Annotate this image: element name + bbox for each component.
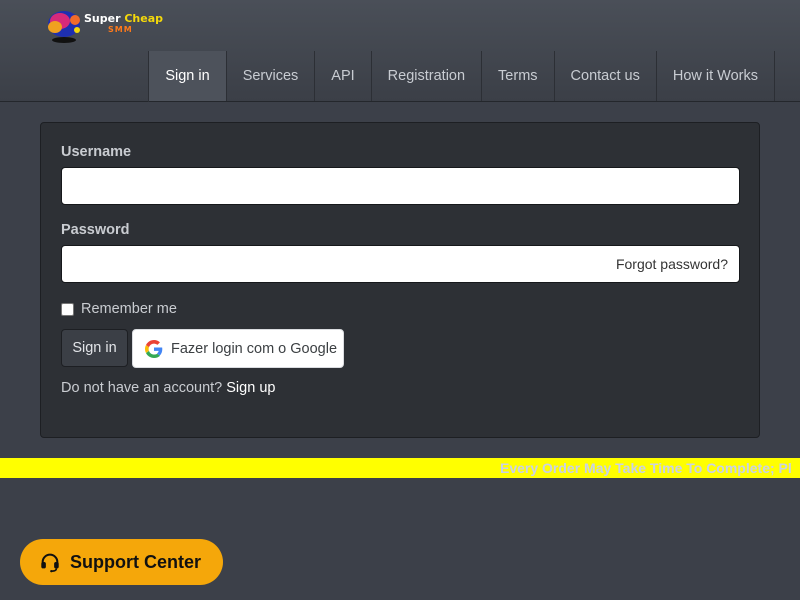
support-center-label: Support Center <box>70 551 202 572</box>
remember-me: Remember me <box>61 301 177 317</box>
password-label: Password <box>61 222 130 238</box>
logo-subtext: SMM <box>108 25 133 34</box>
nav-terms[interactable]: Terms <box>482 51 555 101</box>
signup-prompt: Do not have an account? Sign up <box>61 380 275 396</box>
logo-icon <box>48 11 80 43</box>
announcement-ticker: Every Order May Take Time To Complete; P… <box>0 458 800 478</box>
support-center-button[interactable]: Support Center <box>20 539 223 585</box>
main-nav: Sign in Services API Registration Terms … <box>148 51 775 102</box>
ticker-text: Every Order May Take Time To Complete; P… <box>500 460 792 476</box>
headset-icon <box>41 553 59 573</box>
google-login-button[interactable]: Fazer login com o Google <box>132 329 344 368</box>
remember-me-checkbox[interactable] <box>61 302 74 316</box>
remember-me-label: Remember me <box>81 301 177 317</box>
forgot-password-link[interactable]: Forgot password? <box>616 256 728 272</box>
site-logo[interactable]: Super Cheap SMM <box>44 8 164 44</box>
google-icon <box>145 339 163 358</box>
google-login-label: Fazer login com o Google <box>171 340 338 357</box>
logo-wordmark: Super Cheap <box>84 12 164 25</box>
top-navbar: Super Cheap SMM Sign in Services API Reg… <box>0 0 800 102</box>
username-label: Username <box>61 144 132 160</box>
password-input[interactable]: Forgot password? <box>61 245 740 283</box>
nav-how-it-works[interactable]: How it Works <box>657 51 775 101</box>
login-card: Username Password Forgot password? Remem… <box>40 122 760 438</box>
nav-api[interactable]: API <box>315 51 372 101</box>
sign-in-button[interactable]: Sign in <box>61 329 128 367</box>
sign-up-link[interactable]: Sign up <box>226 380 275 396</box>
nav-services[interactable]: Services <box>227 51 316 101</box>
username-input[interactable] <box>61 167 740 205</box>
nav-registration[interactable]: Registration <box>372 51 483 101</box>
nav-sign-in[interactable]: Sign in <box>149 51 227 101</box>
no-account-text: Do not have an account? <box>61 380 223 396</box>
nav-contact-us[interactable]: Contact us <box>555 51 657 101</box>
